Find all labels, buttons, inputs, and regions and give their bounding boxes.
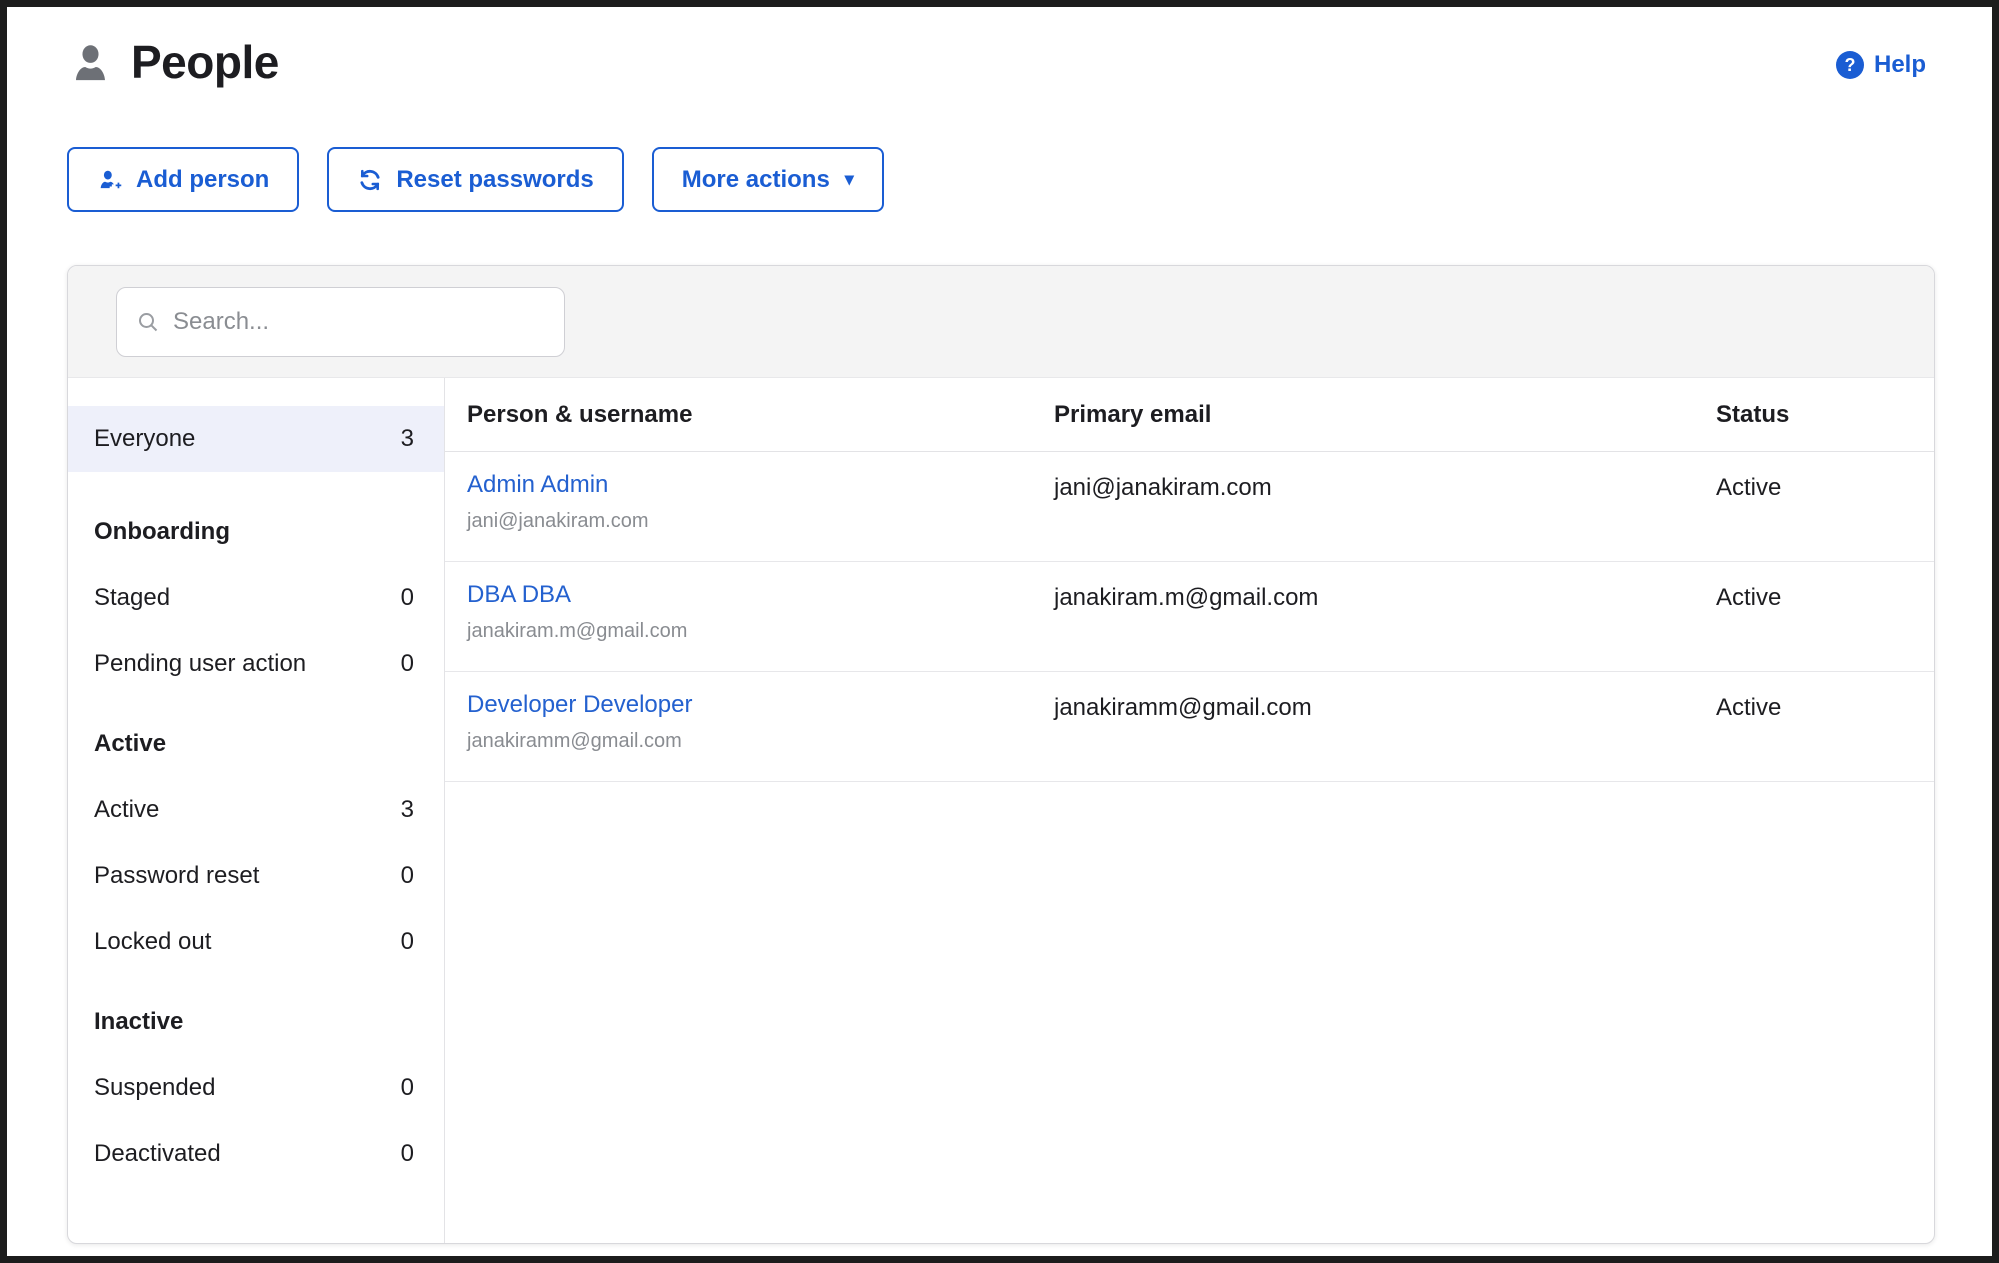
- search-icon: [136, 310, 160, 334]
- add-person-button[interactable]: Add person: [67, 147, 299, 212]
- sidebar-item-active[interactable]: Active 3: [68, 777, 444, 843]
- primary-email-cell: janakiram.m@gmail.com: [1054, 562, 1716, 671]
- people-filter-sidebar: Everyone 3 Onboarding Staged 0 Pending u…: [68, 378, 445, 1243]
- add-person-label: Add person: [136, 166, 269, 194]
- search-box[interactable]: [116, 287, 565, 357]
- person-cell: DBA DBA janakiram.m@gmail.com: [467, 562, 1054, 671]
- person-icon: [67, 39, 114, 86]
- sidebar-item-locked-out[interactable]: Locked out 0: [68, 909, 444, 975]
- sidebar-item-count: 3: [401, 796, 414, 824]
- sidebar-item-label: Password reset: [94, 862, 259, 890]
- reset-passwords-label: Reset passwords: [396, 166, 593, 194]
- person-username: jani@janakiram.com: [467, 510, 1054, 533]
- reset-passwords-button[interactable]: Reset passwords: [327, 147, 623, 212]
- sidebar-item-count: 0: [401, 1074, 414, 1102]
- chevron-down-icon: ▾: [845, 169, 854, 190]
- column-header-email: Primary email: [1054, 401, 1716, 429]
- table-row: Developer Developer janakiramm@gmail.com…: [445, 672, 1934, 782]
- sidebar-item-suspended[interactable]: Suspended 0: [68, 1055, 444, 1121]
- sidebar-item-pending-user-action[interactable]: Pending user action 0: [68, 631, 444, 697]
- sidebar-item-label: Staged: [94, 584, 170, 612]
- sidebar-item-deactivated[interactable]: Deactivated 0: [68, 1121, 444, 1187]
- status-cell: Active: [1716, 452, 1934, 561]
- sidebar-item-label: Suspended: [94, 1074, 215, 1102]
- status-cell: Active: [1716, 562, 1934, 671]
- sidebar-item-count: 0: [401, 928, 414, 956]
- more-actions-label: More actions: [682, 166, 830, 194]
- person-username: janakiram.m@gmail.com: [467, 620, 1054, 643]
- search-input[interactable]: [173, 308, 545, 336]
- sidebar-item-count: 0: [401, 862, 414, 890]
- person-name-link[interactable]: Admin Admin: [467, 471, 608, 499]
- sidebar-item-count: 3: [401, 425, 414, 453]
- sidebar-item-label: Active: [94, 796, 159, 824]
- sidebar-item-everyone[interactable]: Everyone 3: [68, 406, 444, 472]
- primary-email-cell: janakiramm@gmail.com: [1054, 672, 1716, 781]
- help-label: Help: [1874, 51, 1926, 79]
- title-wrap: People: [67, 35, 279, 89]
- table-row: DBA DBA janakiram.m@gmail.com janakiram.…: [445, 562, 1934, 672]
- people-table: Person & username Primary email Status A…: [445, 378, 1934, 1243]
- primary-email-cell: jani@janakiram.com: [1054, 452, 1716, 561]
- add-person-icon: [97, 167, 123, 193]
- toolbar: Add person Reset passwords More actions …: [67, 147, 1992, 212]
- sidebar-item-count: 0: [401, 1140, 414, 1168]
- help-link[interactable]: ? Help: [1836, 51, 1926, 79]
- sidebar-section-inactive: Inactive: [68, 989, 444, 1055]
- more-actions-button[interactable]: More actions ▾: [652, 147, 884, 212]
- sidebar-item-count: 0: [401, 650, 414, 678]
- sidebar-item-staged[interactable]: Staged 0: [68, 565, 444, 631]
- panel-body: Everyone 3 Onboarding Staged 0 Pending u…: [68, 378, 1934, 1243]
- person-name-link[interactable]: DBA DBA: [467, 581, 571, 609]
- sidebar-section-onboarding: Onboarding: [68, 499, 444, 565]
- people-panel: Everyone 3 Onboarding Staged 0 Pending u…: [67, 265, 1935, 1244]
- sidebar-item-label: Locked out: [94, 928, 211, 956]
- sidebar-item-label: Pending user action: [94, 650, 306, 678]
- person-cell: Admin Admin jani@janakiram.com: [467, 452, 1054, 561]
- sidebar-item-label: Everyone: [94, 425, 195, 453]
- sidebar-section-active: Active: [68, 711, 444, 777]
- page-frame: People ? Help Add person Reset passwords: [0, 0, 1999, 1263]
- sidebar-item-count: 0: [401, 584, 414, 612]
- person-name-link[interactable]: Developer Developer: [467, 691, 692, 719]
- column-header-person: Person & username: [467, 401, 1054, 429]
- person-username: janakiramm@gmail.com: [467, 730, 1054, 753]
- sidebar-item-label: Deactivated: [94, 1140, 221, 1168]
- page-title: People: [131, 35, 279, 89]
- search-strip: [68, 266, 1934, 378]
- page-header: People ? Help: [7, 7, 1992, 89]
- sidebar-item-password-reset[interactable]: Password reset 0: [68, 843, 444, 909]
- column-header-status: Status: [1716, 401, 1934, 429]
- status-cell: Active: [1716, 672, 1934, 781]
- reset-icon: [357, 167, 383, 193]
- person-cell: Developer Developer janakiramm@gmail.com: [467, 672, 1054, 781]
- table-row: Admin Admin jani@janakiram.com jani@jana…: [445, 452, 1934, 562]
- help-icon: ?: [1836, 51, 1864, 79]
- table-header: Person & username Primary email Status: [445, 378, 1934, 452]
